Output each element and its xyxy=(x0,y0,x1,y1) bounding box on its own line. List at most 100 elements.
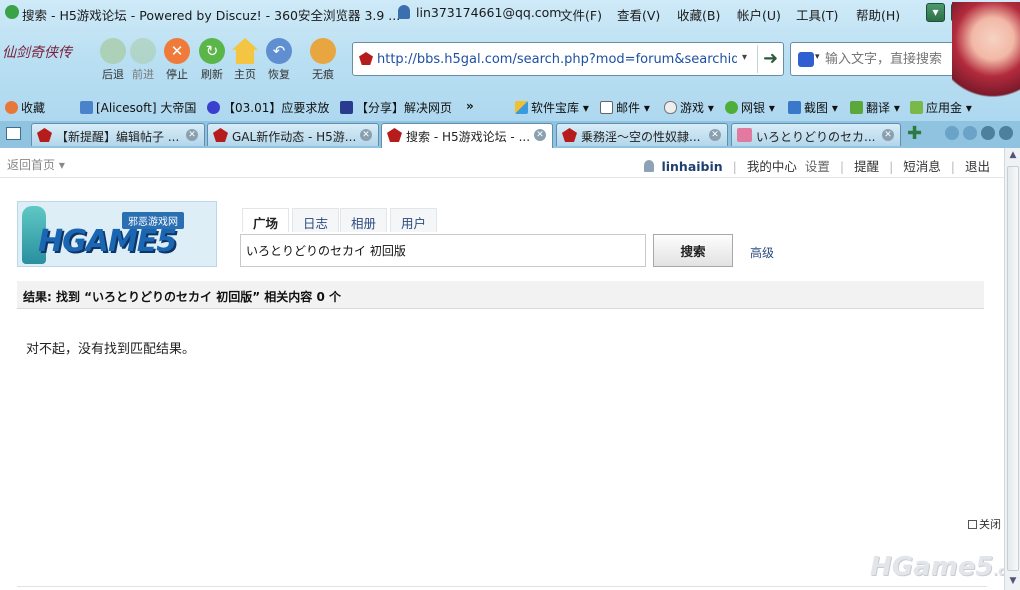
browser-chrome: 搜索 - H5游戏论坛 - Powered by Discuz! - 360安全… xyxy=(0,0,1020,148)
back-button[interactable]: 后退 xyxy=(96,38,130,82)
grid-icon xyxy=(515,101,528,114)
result-header: 结果: 找到 “いろとりどりのセカイ 初回版” 相关内容 0 个 xyxy=(17,281,984,309)
account-label[interactable]: lin373174661@qq.com xyxy=(416,5,561,20)
heart-icon xyxy=(5,101,18,114)
tab-user[interactable]: 用户 xyxy=(390,208,438,232)
tool-apps[interactable]: 应用金 ▾ xyxy=(910,99,972,116)
tab-jomu[interactable]: 乗務淫～空の性奴隷... ✕ xyxy=(556,123,728,146)
address-bar[interactable]: ▾ ➜ xyxy=(352,42,784,76)
stop-button[interactable]: ✕ 停止 xyxy=(160,38,194,82)
tool-screenshot[interactable]: 截图 ▾ xyxy=(788,99,838,116)
tab-edit-post[interactable]: 【新提醒】编辑帖子 ... ✕ xyxy=(31,123,205,146)
tab-close-all-icon[interactable] xyxy=(999,126,1013,140)
my-center-link[interactable]: 我的中心 xyxy=(747,159,797,174)
tool-game[interactable]: 游戏 ▾ xyxy=(664,99,714,116)
tool-software[interactable]: 软件宝库 ▾ xyxy=(515,99,589,116)
tab-plaza[interactable]: 广场 xyxy=(242,208,290,232)
tab-scroll-right-icon[interactable] xyxy=(963,126,977,140)
tab-list-icon[interactable] xyxy=(6,127,21,140)
skin-icon[interactable]: ▾ xyxy=(926,3,945,22)
site-favicon-icon xyxy=(562,128,577,142)
browser-logo-icon xyxy=(5,5,19,19)
tab-close-icon[interactable]: ✕ xyxy=(709,129,721,141)
scroll-thumb[interactable] xyxy=(1007,166,1019,571)
page-thumbnail-icon xyxy=(737,128,752,142)
incognito-button[interactable]: 无痕 xyxy=(306,38,340,82)
tab-close-icon[interactable]: ✕ xyxy=(534,129,546,141)
scroll-down-icon[interactable]: ▼ xyxy=(1007,576,1019,588)
page-content: 返回首页 ▾ linhaibin | 我的中心 设置 | 提醒 | 短消息 | … xyxy=(0,148,1020,590)
menu-account[interactable]: 帐户(U) xyxy=(737,5,781,24)
tab-blog[interactable]: 日志 xyxy=(292,208,340,232)
title-bar: 搜索 - H5游戏论坛 - Powered by Discuz! - 360安全… xyxy=(0,0,1020,26)
site-favicon-icon xyxy=(359,52,373,65)
home-icon xyxy=(232,38,258,64)
tab-close-icon[interactable]: ✕ xyxy=(360,129,372,141)
account-icon xyxy=(398,5,410,19)
engine-dropdown-icon[interactable]: ▾ xyxy=(815,52,820,62)
logout-link[interactable]: 退出 xyxy=(965,159,990,174)
tab-close-icon[interactable]: ✕ xyxy=(186,129,198,141)
tab-bar: 【新提醒】编辑帖子 ... ✕ GAL新作动态 - H5游... ✕ 搜索 - … xyxy=(0,121,1020,148)
watermark: HGame5.com xyxy=(870,552,1020,582)
baidu-paw-icon[interactable] xyxy=(798,52,814,67)
tool-translate[interactable]: 翻译 ▾ xyxy=(850,99,900,116)
go-arrow-icon[interactable]: ➜ xyxy=(757,45,783,73)
window-title: 搜索 - H5游戏论坛 - Powered by Discuz! - 360安全… xyxy=(22,8,401,23)
search-button[interactable]: 搜索 xyxy=(653,234,733,267)
page-icon xyxy=(80,101,93,114)
menu-view[interactable]: 查看(V) xyxy=(617,5,660,24)
favorite-share[interactable]: 【分享】解决网页 xyxy=(340,99,452,116)
refresh-icon: ↻ xyxy=(199,38,225,64)
tab-irotoridori[interactable]: いろとりどりのセカ... ✕ xyxy=(731,123,901,146)
messages-link[interactable]: 短消息 xyxy=(903,159,941,174)
back-arrow-icon xyxy=(100,38,126,64)
site-favicon-icon xyxy=(213,128,228,142)
tab-scroll-left-icon[interactable] xyxy=(945,126,959,140)
back-home-link[interactable]: 返回首页 ▾ xyxy=(7,156,65,173)
site-logo[interactable]: 邪恶游戏网 HGAME5 xyxy=(17,201,217,267)
close-ad-link[interactable]: 关闭 xyxy=(968,516,1001,532)
screenshot-icon xyxy=(788,101,801,114)
tab-search-active[interactable]: 搜索 - H5游戏论坛 - ... ✕ xyxy=(381,123,553,148)
restore-button[interactable]: ↶ 恢复 xyxy=(262,38,296,82)
tab-close-icon[interactable]: ✕ xyxy=(882,129,894,141)
menu-file[interactable]: 文件(F) xyxy=(560,5,602,24)
more-favorites-icon[interactable]: » xyxy=(466,99,474,113)
favorite-alicesoft[interactable]: [Alicesoft] 大帝国 xyxy=(80,99,196,116)
new-tab-icon[interactable]: ✚ xyxy=(907,123,922,144)
favorites-button[interactable]: 收藏 xyxy=(5,99,45,116)
separator: | xyxy=(950,159,955,174)
menu-help[interactable]: 帮助(H) xyxy=(856,5,900,24)
tool-mail[interactable]: 邮件 ▾ xyxy=(600,99,650,116)
favorite-0301[interactable]: 【03.01】应要求放 xyxy=(207,99,329,116)
box-icon xyxy=(910,101,923,114)
vertical-scrollbar[interactable]: ▲ ▼ xyxy=(1004,148,1020,590)
tool-bank[interactable]: 网银 ▾ xyxy=(725,99,775,116)
forward-button[interactable]: 前进 xyxy=(126,38,160,82)
tab-gal-news[interactable]: GAL新作动态 - H5游... ✕ xyxy=(207,123,379,146)
menu-favorites[interactable]: 收藏(B) xyxy=(677,5,720,24)
tab-menu-icon[interactable] xyxy=(981,126,995,140)
home-button[interactable]: 主页 xyxy=(228,38,262,82)
forum-search-input[interactable] xyxy=(240,234,646,267)
scroll-up-icon[interactable]: ▲ xyxy=(1007,150,1019,162)
username-link[interactable]: linhaibin xyxy=(661,159,722,174)
web-search-input[interactable] xyxy=(825,49,961,69)
tab-album[interactable]: 相册 xyxy=(340,208,388,232)
notice-link[interactable]: 提醒 xyxy=(854,159,879,174)
logo-wordmark: HGAME5 xyxy=(38,224,177,259)
settings-link[interactable]: 设置 xyxy=(805,159,830,174)
c-logo-icon xyxy=(207,101,220,114)
url-dropdown-icon[interactable]: ▾ xyxy=(742,52,747,63)
advanced-search-link[interactable]: 高级 xyxy=(750,244,774,261)
separator: | xyxy=(732,159,737,174)
menu-tools[interactable]: 工具(T) xyxy=(796,5,838,24)
refresh-button[interactable]: ↻ 刷新 xyxy=(195,38,229,82)
user-avatar-icon xyxy=(644,160,655,172)
navigation-bar: 仙剑奇侠传 后退 前进 ✕ 停止 ↻ 刷新 主页 ↶ 恢复 无痕 http://… xyxy=(0,2,1020,124)
forward-arrow-icon xyxy=(130,38,156,64)
url-input[interactable] xyxy=(377,49,737,69)
separator: | xyxy=(839,159,845,174)
plane-icon xyxy=(340,101,353,114)
